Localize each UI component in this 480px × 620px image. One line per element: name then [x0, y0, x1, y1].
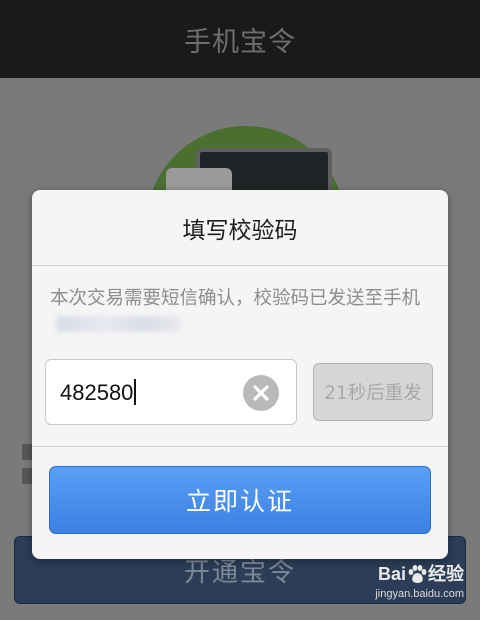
app-title: 手机宝令 — [184, 26, 296, 58]
divider — [32, 446, 448, 447]
baidu-paw-icon — [408, 565, 427, 583]
text-caret — [134, 379, 137, 405]
verification-dialog: 填写校验码 本次交易需要短信确认，校验码已发送至手机 482580 21秒后重发… — [32, 190, 448, 559]
dialog-message: 本次交易需要短信确认，校验码已发送至手机 — [50, 286, 440, 338]
app-header: 手机宝令 — [0, 0, 480, 78]
masked-phone-number — [56, 316, 182, 332]
watermark-url: jingyan.baidu.com — [375, 588, 464, 600]
resend-code-button[interactable]: 21秒后重发 — [313, 363, 433, 421]
dialog-title: 填写校验码 — [182, 217, 298, 244]
verify-now-button[interactable]: 立即认证 — [49, 466, 431, 534]
clear-icon[interactable] — [243, 375, 279, 411]
divider — [32, 265, 448, 266]
baidu-watermark: Bai 经验 jingyan.baidu.com — [352, 560, 464, 608]
verification-code-input[interactable]: 482580 — [45, 359, 297, 425]
watermark-brand: Bai 经验 — [377, 564, 464, 584]
dialog-message-text: 本次交易需要短信确认，校验码已发送至手机 — [50, 288, 421, 309]
verification-code-value[interactable]: 482580 — [60, 379, 137, 406]
